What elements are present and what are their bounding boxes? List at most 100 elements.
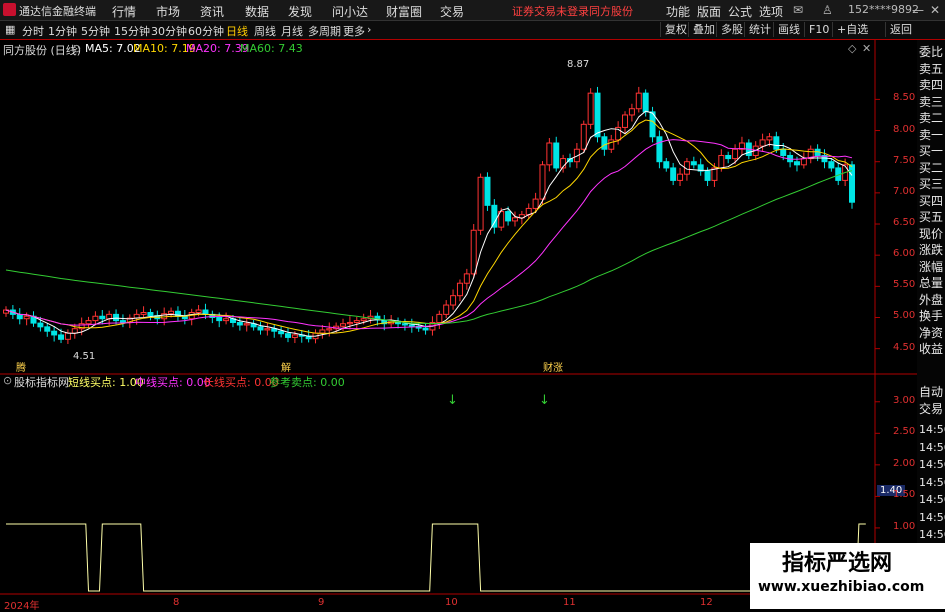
menu-layout[interactable]: 版面 xyxy=(697,3,721,20)
stock-name-notice[interactable]: 同方股份 xyxy=(589,3,633,19)
candle-body xyxy=(470,229,477,275)
btn-adjust[interactable]: 复权 xyxy=(660,22,691,37)
sub-toggle-icon[interactable]: ⊙ xyxy=(3,374,12,387)
menu-data[interactable]: 数据 xyxy=(245,3,269,20)
window-close-icon[interactable]: ✕ xyxy=(862,42,871,55)
period-1min[interactable]: 1分钟 xyxy=(48,23,77,39)
candle-body xyxy=(704,170,711,181)
candle-body xyxy=(408,324,415,327)
candle-body xyxy=(147,312,154,317)
grid-icon[interactable]: ▦ xyxy=(5,23,15,36)
btn-draw[interactable]: 画线 xyxy=(773,22,804,37)
period-30min[interactable]: 30分钟 xyxy=(151,23,187,39)
period-60min[interactable]: 60分钟 xyxy=(188,23,224,39)
candle-body xyxy=(257,326,264,331)
menu-bar xyxy=(0,0,945,21)
quote-field-label: 自动 xyxy=(919,385,944,399)
candle-body xyxy=(622,114,629,128)
sub-tick-label: 3.00 xyxy=(893,394,916,406)
candle-body xyxy=(326,328,333,331)
candle-body xyxy=(360,318,367,322)
menu-discover[interactable]: 发现 xyxy=(288,3,312,20)
period-5min[interactable]: 5分钟 xyxy=(81,23,110,39)
menu-function[interactable]: 功能 xyxy=(666,3,690,20)
chart-title: 同方股份 (日线) xyxy=(3,44,82,57)
mid-buy-label: 中线买点: 0.00 xyxy=(135,376,211,389)
price-tick-label: 7.50 xyxy=(893,154,916,166)
candle-body xyxy=(223,318,230,322)
btn-f10[interactable]: F10 xyxy=(804,22,833,37)
candle-body xyxy=(677,173,684,181)
minimize-icon[interactable]: — xyxy=(912,3,924,17)
candle-body xyxy=(491,204,498,228)
candle-body xyxy=(202,309,209,315)
quote-field-label: 现价 xyxy=(919,226,944,241)
candle-body xyxy=(828,161,835,169)
user-icon[interactable]: ♙ xyxy=(822,3,833,17)
quote-field-label: 卖一 xyxy=(919,127,944,142)
btn-multi-stock[interactable]: 多股 xyxy=(716,22,747,37)
candle-body xyxy=(532,198,539,209)
menu-news[interactable]: 资讯 xyxy=(200,3,224,20)
btn-back[interactable]: 返回 xyxy=(885,22,916,37)
candle-body xyxy=(37,322,44,328)
menu-quotes[interactable]: 行情 xyxy=(112,3,136,20)
period-multi[interactable]: 多周期 xyxy=(308,23,341,39)
candle-body xyxy=(511,217,518,222)
mail-icon[interactable]: ✉ xyxy=(793,3,803,17)
menu-ask-xiaoda[interactable]: 问小达 xyxy=(332,3,368,20)
btn-overlay[interactable]: 叠加 xyxy=(688,22,719,37)
quote-field-label: 买三 xyxy=(919,177,944,191)
diamond-icon[interactable]: ◇ xyxy=(848,42,856,55)
menu-market[interactable]: 市场 xyxy=(156,3,180,20)
candle-body xyxy=(422,327,429,331)
quote-field-label: 买四 xyxy=(919,193,944,208)
kline-chart[interactable] xyxy=(0,40,917,609)
trade-time: 14:56 xyxy=(919,423,945,436)
event-marker[interactable]: 财涨 xyxy=(543,359,563,374)
period-intraday[interactable]: 分时 xyxy=(22,23,44,39)
sub-tick-label: 1.50 xyxy=(893,489,916,501)
candle-body xyxy=(849,164,855,203)
period-monthly[interactable]: 月线 xyxy=(281,23,303,39)
signal-line xyxy=(6,523,866,592)
btn-add-watchlist[interactable]: +自选 xyxy=(832,22,872,37)
sub-tick-label: 2.50 xyxy=(893,426,916,438)
price-tick-label: 4.50 xyxy=(893,341,916,353)
low-price-label: 4.51 xyxy=(73,351,96,362)
chevron-right-icon[interactable]: › xyxy=(367,23,371,36)
candle-body xyxy=(780,148,787,156)
account-id[interactable]: 152****9892 xyxy=(848,3,919,16)
quote-side-panel xyxy=(917,40,945,609)
price-tick-label: 8.00 xyxy=(893,123,916,135)
period-weekly[interactable]: 周线 xyxy=(254,23,276,39)
menu-options[interactable]: 选项 xyxy=(759,3,783,20)
period-more[interactable]: 更多 xyxy=(343,23,365,39)
menu-trade[interactable]: 交易 xyxy=(440,3,464,20)
watermark-title: 指标严选网 xyxy=(782,551,893,576)
candle-body xyxy=(553,142,560,169)
btn-stats[interactable]: 统计 xyxy=(744,22,775,37)
period-15min[interactable]: 15分钟 xyxy=(114,23,150,39)
arrow-down-icon: ↓ xyxy=(539,393,550,408)
trade-status-notice[interactable]: 证券交易未登录 xyxy=(512,3,589,19)
sub-chart-title: 股标指标网 xyxy=(14,376,69,389)
price-tick-label: 6.00 xyxy=(893,248,916,260)
quote-field-label: 委比 xyxy=(919,45,944,59)
trade-time: 14:56 xyxy=(919,458,945,471)
price-tick-label: 5.00 xyxy=(893,310,916,322)
candle-body xyxy=(216,316,223,322)
event-marker[interactable]: 腾 xyxy=(16,359,26,374)
ma-toggle-icon[interactable]: ⊙ xyxy=(72,42,81,55)
menu-wealth[interactable]: 财富圈 xyxy=(386,3,422,20)
trade-time: 14:56 xyxy=(919,510,945,524)
high-price-label: 8.87 xyxy=(567,59,590,70)
event-marker[interactable]: 解 xyxy=(281,359,291,374)
trade-time: 14:56 xyxy=(919,475,945,489)
menu-formula[interactable]: 公式 xyxy=(728,3,752,20)
close-icon[interactable]: ✕ xyxy=(930,3,940,17)
app-logo-icon xyxy=(3,3,16,16)
candle-body xyxy=(539,164,546,200)
period-daily[interactable]: 日线 xyxy=(226,23,248,39)
app-title: 通达信金融终端 xyxy=(19,5,96,18)
